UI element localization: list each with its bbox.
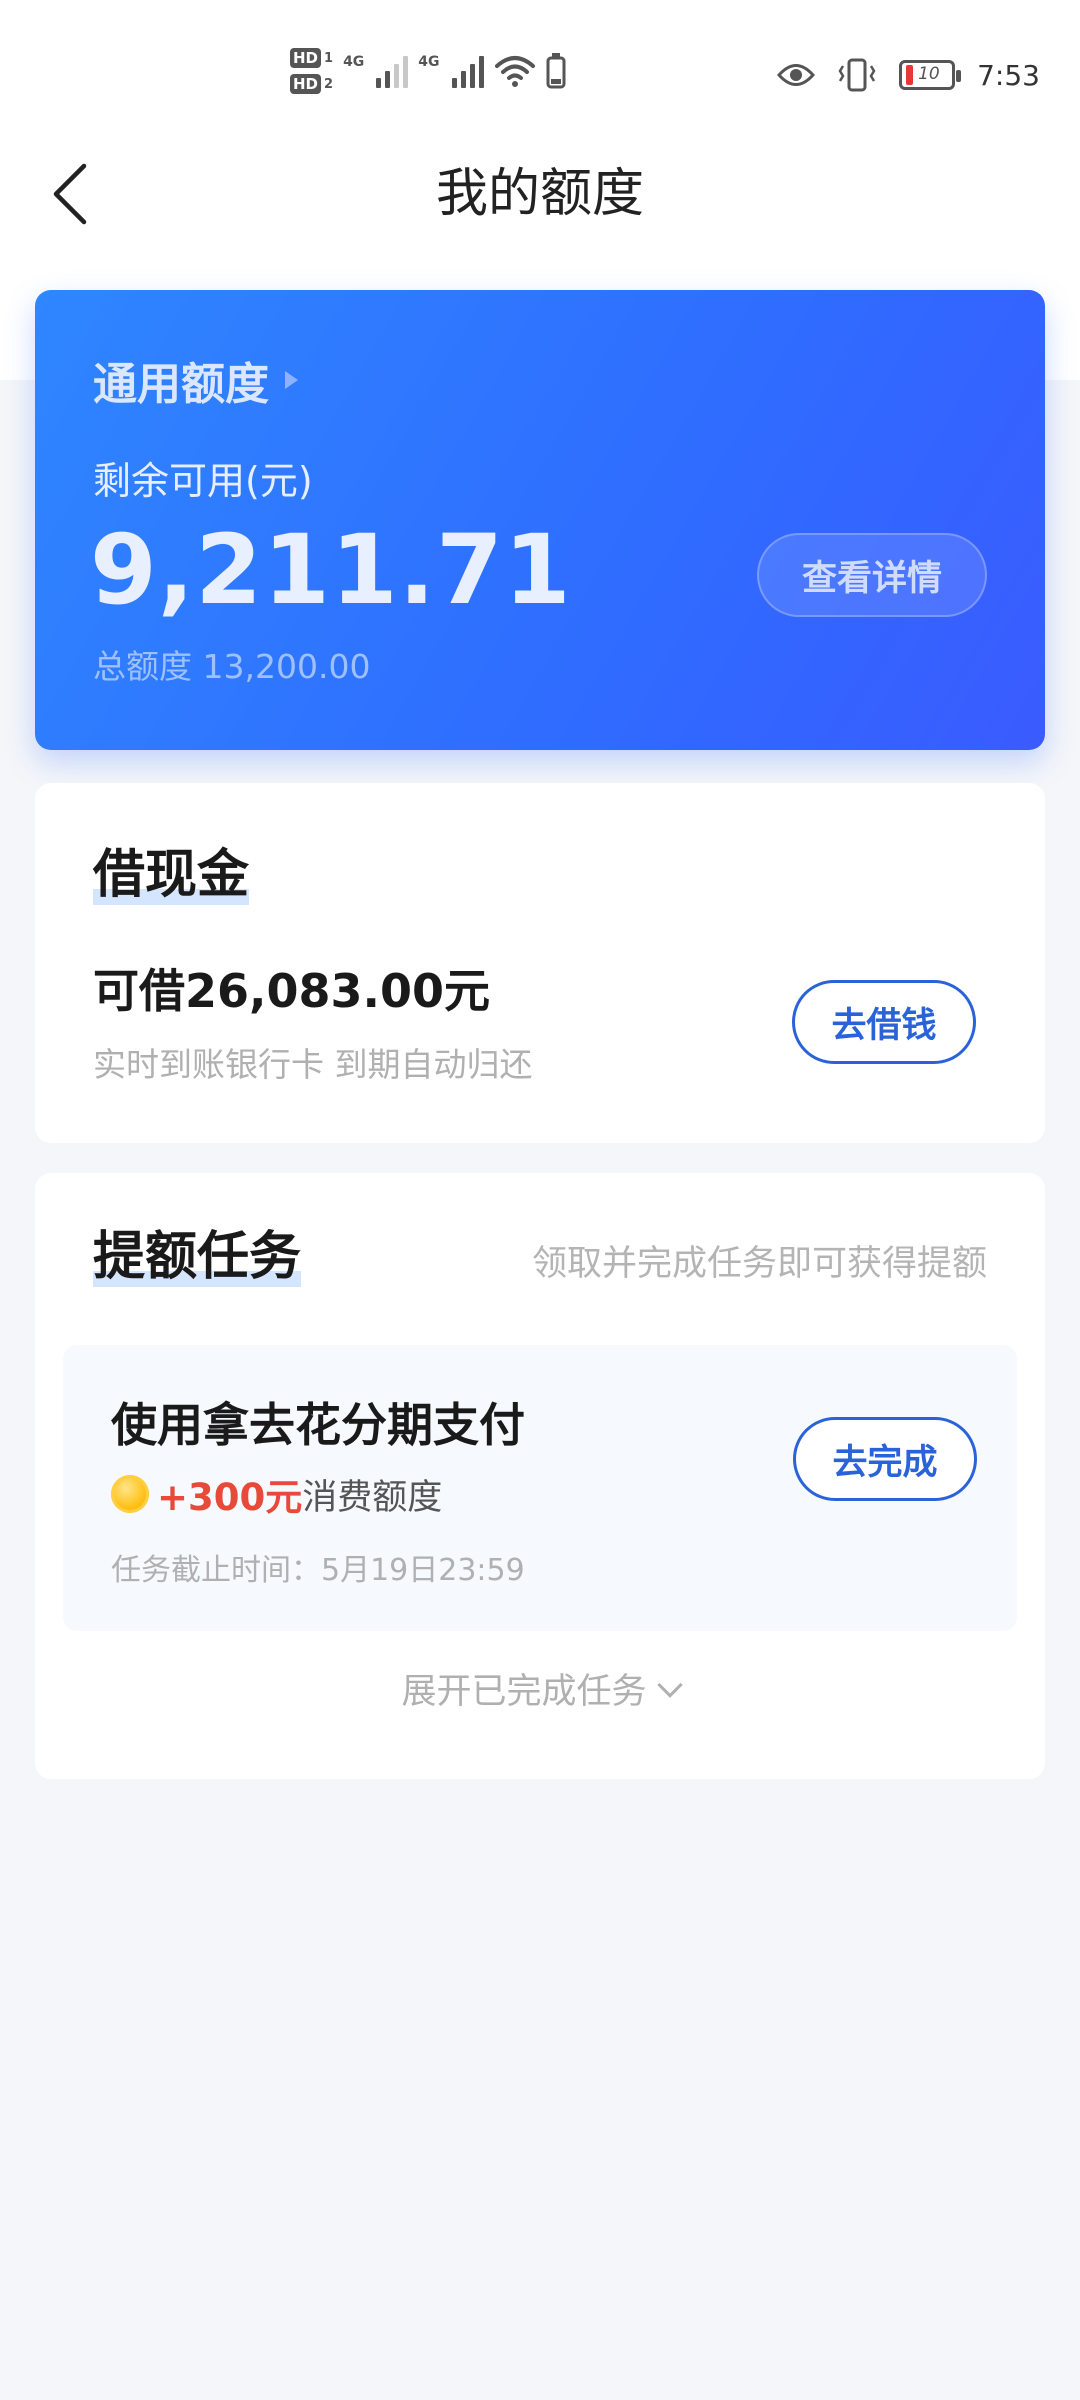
- wifi-icon: [494, 56, 535, 87]
- task-section-title: 提额任务: [93, 1225, 302, 1289]
- task-hint: 领取并完成任务即可获得提额: [531, 1244, 987, 1284]
- task-deadline: 任务截止时间：5月19日23:59: [111, 1553, 525, 1588]
- network-label-2: 4G: [418, 54, 440, 70]
- complete-task-button[interactable]: 去完成: [793, 1417, 977, 1501]
- view-details-button[interactable]: 查看详情: [757, 533, 987, 617]
- hd-badge-1: HD: [290, 48, 322, 68]
- battery-fill: [906, 65, 914, 85]
- hd-1: HD 1: [290, 48, 333, 68]
- cash-limit: 可借26,083.00元: [93, 964, 490, 1018]
- caret-right-icon: [285, 371, 298, 389]
- clock: 7:53: [977, 58, 1040, 92]
- reward-unit: 消费额度: [302, 1477, 443, 1518]
- general-credit-card: 通用额度 剩余可用(元) 9,211.71 总额度 13,200.00 查看详情: [35, 290, 1045, 750]
- signal-bars-2-icon: [451, 54, 484, 88]
- status-left: HD 1 HD 2 4G 4G: [290, 48, 566, 94]
- hd-num-2: 2: [324, 76, 334, 92]
- hd-badge-2: HD: [290, 74, 322, 94]
- eye-icon: [777, 64, 816, 86]
- status-right: 10 7:53: [777, 58, 1040, 92]
- cash-description: 实时到账银行卡 到期自动归还: [93, 1045, 533, 1084]
- total-credit: 总额度 13,200.00: [93, 647, 371, 686]
- network-label-1: 4G: [343, 54, 365, 70]
- borrow-button[interactable]: 去借钱: [792, 980, 976, 1064]
- cash-title-text: 借现金: [93, 845, 250, 905]
- battery-icon: 10: [899, 60, 962, 90]
- available-label: 剩余可用(元): [93, 459, 313, 503]
- task-reward: +300元 消费额度: [111, 1467, 442, 1521]
- expand-label: 展开已完成任务: [401, 1672, 647, 1712]
- task-name: 使用拿去花分期支付: [111, 1398, 525, 1452]
- cash-section-title: 借现金: [93, 843, 250, 907]
- cash-loan-card: 借现金 可借26,083.00元 实时到账银行卡 到期自动归还 去借钱: [35, 783, 1045, 1143]
- reward-amount: +300元: [157, 1476, 303, 1519]
- page-title: 我的额度: [435, 164, 644, 224]
- hd-num-1: 1: [324, 50, 334, 66]
- chevron-down-icon: [656, 1671, 683, 1698]
- phone-battery-icon: [546, 53, 566, 89]
- task-item: 使用拿去花分期支付 +300元 消费额度 任务截止时间：5月19日23:59 去…: [63, 1345, 1017, 1631]
- hd-indicators: HD 1 HD 2: [290, 48, 333, 94]
- general-credit-title: 通用额度: [93, 359, 269, 410]
- task-title-text: 提额任务: [93, 1227, 302, 1287]
- signal-bars-1-icon: [376, 54, 409, 88]
- hd-2: HD 2: [290, 74, 333, 94]
- expand-completed-tasks[interactable]: 展开已完成任务: [35, 1663, 1045, 1714]
- general-credit-title-link[interactable]: 通用额度: [93, 348, 298, 412]
- available-amount: 9,211.71: [90, 514, 572, 626]
- coin-icon: [111, 1475, 149, 1513]
- battery-level: 10: [918, 64, 940, 84]
- credit-task-card: 提额任务 领取并完成任务即可获得提额 使用拿去花分期支付 +300元 消费额度 …: [35, 1173, 1045, 1779]
- vibrate-icon: [838, 58, 876, 92]
- status-bar: HD 1 HD 2 4G 4G 10 7:53: [0, 0, 1080, 150]
